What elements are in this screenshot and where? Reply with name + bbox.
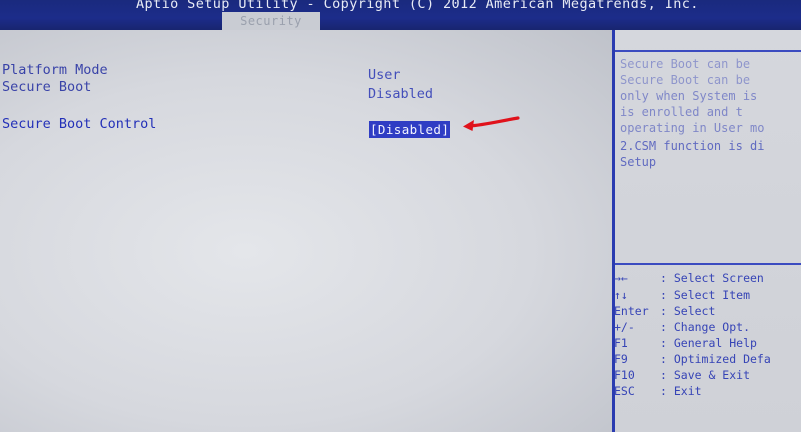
key-description: : Change Opt. bbox=[660, 320, 751, 334]
key-name: ↑↓ bbox=[614, 288, 628, 302]
red-arrow-icon bbox=[463, 116, 520, 131]
help-text-line: operating in User mo bbox=[620, 121, 765, 135]
key-name: F1 bbox=[614, 336, 628, 350]
platform-mode-value: User bbox=[368, 67, 401, 83]
key-hint-select-item: ↑↓ : Select Item bbox=[614, 288, 750, 302]
secure-boot-label: Secure Boot bbox=[2, 79, 92, 95]
key-description: : Select Item bbox=[660, 288, 751, 302]
secure-boot-control-label[interactable]: Secure Boot Control bbox=[2, 116, 156, 132]
secure-boot-control-option[interactable]: [Disabled] bbox=[369, 121, 451, 138]
key-hint-save-exit: F10 : Save & Exit bbox=[614, 368, 750, 382]
tab-security[interactable]: Security bbox=[222, 12, 320, 32]
help-panel-top-border bbox=[615, 50, 801, 52]
key-hint-general-help: F1 : General Help bbox=[614, 336, 757, 350]
key-hint-enter: Enter : Select bbox=[614, 304, 715, 318]
key-name: F10 bbox=[614, 368, 635, 382]
help-text-line: only when System is bbox=[620, 89, 758, 103]
key-name: F9 bbox=[614, 352, 628, 366]
help-text-line: is enrolled and t bbox=[620, 105, 743, 119]
help-text-line: Secure Boot can be bbox=[620, 57, 751, 71]
help-panel-separator bbox=[615, 263, 801, 265]
key-hint-exit: ESC : Exit bbox=[614, 384, 702, 398]
help-text-line: Setup bbox=[620, 155, 657, 169]
key-description: : Save & Exit bbox=[660, 368, 751, 382]
app-title: Aptio Setup Utility - Copyright (C) 2012… bbox=[136, 0, 699, 12]
key-description: : Select Screen bbox=[660, 271, 764, 285]
key-description: : Optimized Defa bbox=[660, 352, 771, 366]
title-bar: Aptio Setup Utility - Copyright (C) 2012… bbox=[0, 0, 801, 30]
key-description: : Exit bbox=[660, 384, 702, 398]
help-text-line: 2.CSM function is di bbox=[620, 139, 765, 153]
key-name: Enter bbox=[614, 304, 649, 318]
key-description: : General Help bbox=[660, 336, 757, 350]
help-text-line: Secure Boot can be bbox=[620, 73, 751, 87]
key-description: : Select bbox=[660, 304, 716, 318]
bios-screen: Aptio Setup Utility - Copyright (C) 2012… bbox=[0, 0, 801, 432]
key-hint-change-opt: +/- : Change Opt. bbox=[614, 320, 750, 334]
key-name: →← bbox=[614, 271, 628, 285]
key-hint-optimized-defaults: F9 : Optimized Defa bbox=[614, 352, 771, 366]
settings-panel bbox=[0, 30, 612, 432]
key-hint-select-screen: →← : Select Screen bbox=[614, 271, 764, 285]
key-name: ESC bbox=[614, 384, 635, 398]
platform-mode-label: Platform Mode bbox=[2, 62, 108, 78]
key-name: +/- bbox=[614, 320, 635, 334]
secure-boot-value: Disabled bbox=[368, 86, 434, 102]
